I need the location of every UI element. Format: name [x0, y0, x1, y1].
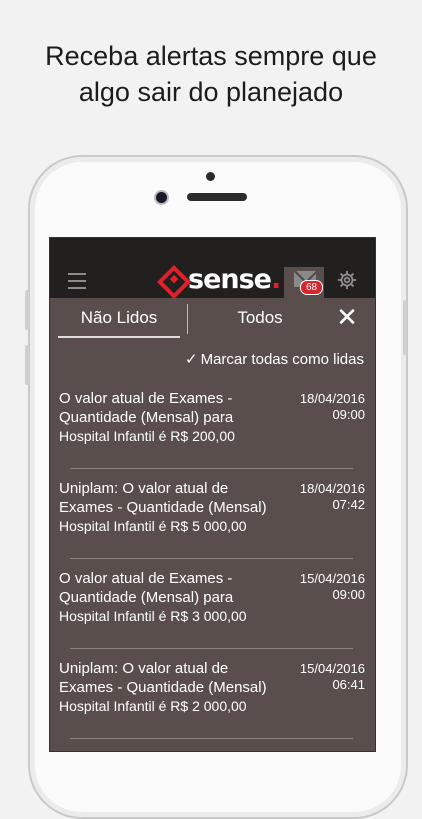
notification-text-line: Exames - Quantidade (Mensal) — [59, 499, 267, 516]
phone-side-button — [25, 345, 29, 385]
mark-all-read-button[interactable]: ✓ Marcar todas como lidas — [170, 350, 364, 368]
notification-time: 06:41 — [332, 677, 365, 692]
notification-item[interactable]: Uniplam: O valor atual de Exames - Quant… — [50, 659, 375, 749]
app-screen: sense. 68 Não Lidos Todos ✕ ✓ Marcar toda… — [49, 237, 376, 752]
proximity-sensor — [206, 172, 215, 181]
notification-time: 09:00 — [332, 587, 365, 602]
notification-time: 07:42 — [332, 497, 365, 512]
list-divider — [70, 468, 353, 469]
notification-date: 18/04/2016 — [299, 481, 365, 496]
logo-diamond-icon — [157, 265, 191, 299]
notification-text-line: O valor atual de Exames - — [59, 390, 233, 407]
tab-all[interactable]: Todos — [190, 298, 330, 338]
notification-text-line: Quantidade (Mensal) para — [59, 409, 234, 426]
headline-line-1: Receba alertas sempre que — [45, 41, 377, 71]
close-icon[interactable]: ✕ — [334, 304, 360, 330]
list-divider — [70, 648, 353, 649]
front-camera — [156, 192, 167, 203]
list-divider — [70, 738, 353, 739]
checkmark-icon: ✓ — [185, 351, 198, 368]
unread-count-badge: 68 — [300, 280, 323, 295]
gear-icon[interactable] — [336, 269, 358, 291]
logo-dot: . — [271, 264, 281, 295]
tab-unread[interactable]: Não Lidos — [58, 298, 180, 338]
notification-date: 18/04/2016 — [299, 391, 365, 406]
notification-item[interactable]: Uniplam: O valor atual de Exames - Quant… — [50, 479, 375, 569]
earpiece-speaker — [187, 193, 247, 201]
logo-text: sense — [188, 264, 272, 295]
notification-text-line: Hospital Infantil é R$ 2 000,00 — [59, 698, 247, 714]
notification-text-line: Uniplam: O valor atual de — [59, 480, 229, 497]
headline-line-2: algo sair do planejado — [78, 77, 344, 107]
app-bar: sense. 68 — [50, 238, 375, 299]
notification-text-line: Hospital Infantil é R$ 5 000,00 — [59, 518, 247, 534]
alerts-button[interactable]: 68 — [284, 267, 324, 298]
notification-text-line: Hospital Infantil é R$ 3 000,00 — [59, 608, 247, 624]
notification-text-line: Hospital Infantil é R$ 200,00 — [59, 428, 235, 444]
tab-divider — [187, 304, 188, 334]
list-divider — [70, 558, 353, 559]
notification-text-line: Uniplam: O valor atual de — [59, 660, 229, 677]
notification-text-line: Exames - Quantidade (Mensal) — [59, 679, 267, 696]
notification-item[interactable]: O valor atual de Exames - Quantidade (Me… — [50, 389, 375, 479]
phone-side-button — [25, 290, 29, 330]
phone-side-button — [403, 300, 407, 355]
tab-bar: Não Lidos Todos ✕ — [50, 298, 375, 338]
notification-date: 15/04/2016 — [299, 571, 365, 586]
hamburger-menu-icon[interactable] — [68, 273, 86, 294]
notification-text-line: Quantidade (Mensal) para — [59, 589, 234, 606]
notification-text-line: O valor atual de Exames - — [59, 570, 233, 587]
headline: Receba alertas sempre que algo sair do p… — [0, 38, 422, 110]
notification-date: 15/04/2016 — [299, 661, 365, 676]
notification-item[interactable]: O valor atual de Exames - Quantidade (Me… — [50, 569, 375, 659]
notification-time: 09:00 — [332, 407, 365, 422]
mark-all-read-label: Marcar todas como lidas — [200, 351, 364, 368]
